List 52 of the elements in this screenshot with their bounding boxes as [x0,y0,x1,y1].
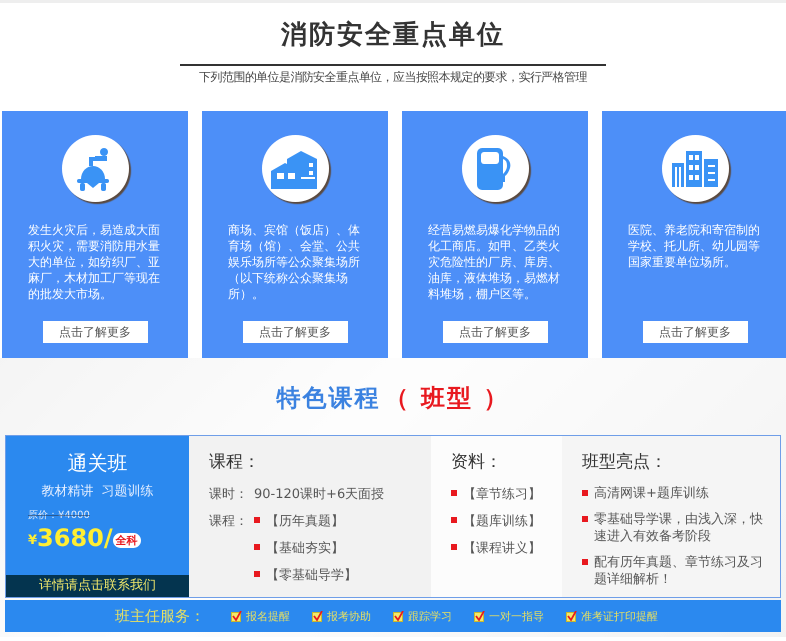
list-item: 【基础夯实】 [266,540,344,557]
service-label: 班主任服务： [115,606,205,626]
contact-button[interactable]: 详情请点击联系我们 [6,575,189,597]
service-item: 跟踪学习 [408,608,452,624]
list-item: 【题库训练】 [463,513,541,530]
fuel-pump-icon [477,148,513,190]
hours-label: 课时： [209,486,248,503]
column-heading: 课程： [209,451,261,473]
list-item: 零基础导学课，由浅入深，快速进入有效备考阶段 [594,511,764,545]
card-text: 医院、养老院和寄宿制的学校、托儿所、幼儿园等国家重要单位场所。 [628,222,761,271]
price: 3680/ [37,524,113,552]
currency-sign: ¥ [28,533,38,548]
section-title: 特色课程 [276,383,381,414]
houses-icon [271,148,319,188]
column-heading: 班型亮点： [582,451,668,473]
bullet-icon [582,559,588,565]
card-text: 经营易燃易爆化学物品的化工商店。如甲、乙类火灾危险性的厂房、库房、油库，液体堆场，易燃材料堆场，棚户区等。 [428,222,561,303]
original-price: 原价：¥4000 [28,509,90,522]
class-tagline: 教材精讲 习题训练 [41,483,154,500]
card-text: 商场、宾馆（饭店）、体育场（馆）、会堂、公共娱乐场所等公众聚集场所（以下统称公众聚集场所）。 [228,222,361,303]
course-label: 课程： [209,513,248,531]
bullet-icon [254,544,260,550]
bullet-icon [254,571,260,577]
more-button[interactable]: 点击了解更多 [642,321,748,343]
bullet-icon [582,516,588,522]
more-button[interactable]: 点击了解更多 [242,321,348,343]
service-item: 报考协助 [327,608,371,624]
list-item: 配有历年真题、章节练习及习题详细解析！ [594,554,764,588]
subtitle: 下列范围的单位是消防安全重点单位，应当按照本规定的要求，实行严格管理 [199,69,587,86]
page-title: 消防安全重点单位 [281,19,505,52]
buildings-icon [672,150,718,186]
more-button[interactable]: 点击了解更多 [42,321,148,343]
class-name: 通关班 [68,450,128,477]
list-item: 【课程讲义】 [463,540,541,557]
service-item: 准考证打印提醒 [581,608,658,624]
list-item: 【章节练习】 [463,486,541,503]
bullet-icon [451,517,457,523]
list-item: 【零基础导学】 [266,567,357,584]
column-heading: 资料： [451,451,503,473]
bullet-icon [254,517,260,523]
subject-badge: 全科 [112,533,141,548]
card-text: 发生火灾后，易造成大面积火灾，需要消防用水量大的单位，如纺织厂、亚麻厂，木材加工厂等现在的批发大市场。 [28,222,161,303]
section-title-accent: （ 班型 ） [384,383,510,414]
service-item: 一对一指导 [489,608,544,624]
hours-value: 90-120课时+6天面授 [254,486,384,503]
bullet-icon [582,490,588,496]
more-button[interactable]: 点击了解更多 [442,321,548,343]
list-item: 高清网课+题库训练 [594,485,710,502]
bullet-icon [451,490,457,496]
bullet-icon [451,544,457,550]
list-item: 【历年真题】 [266,513,344,530]
service-item: 报名提醒 [246,608,290,624]
